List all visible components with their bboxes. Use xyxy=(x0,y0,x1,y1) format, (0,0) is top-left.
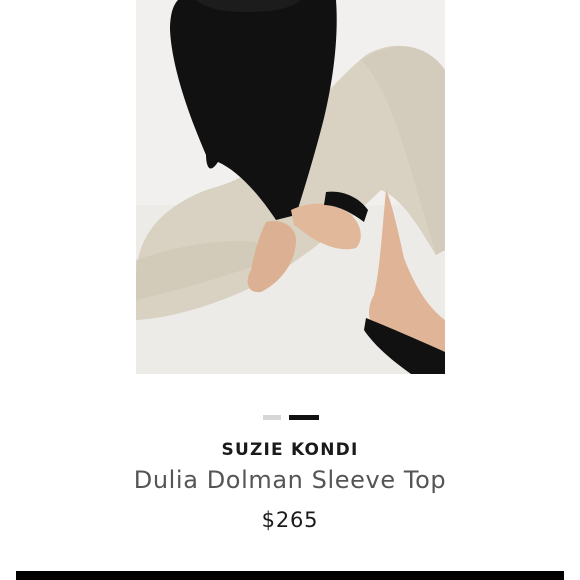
product-price: $265 xyxy=(261,508,319,532)
product-title[interactable]: Dulia Dolman Sleeve Top xyxy=(0,466,580,494)
carousel-dot-2-active[interactable] xyxy=(289,415,319,420)
add-to-bag-button[interactable] xyxy=(16,571,564,580)
product-brand[interactable]: SUZIE KONDI xyxy=(0,440,580,460)
carousel-dot-1[interactable] xyxy=(263,415,281,420)
carousel-indicators xyxy=(263,415,319,421)
product-image[interactable] xyxy=(136,0,445,374)
